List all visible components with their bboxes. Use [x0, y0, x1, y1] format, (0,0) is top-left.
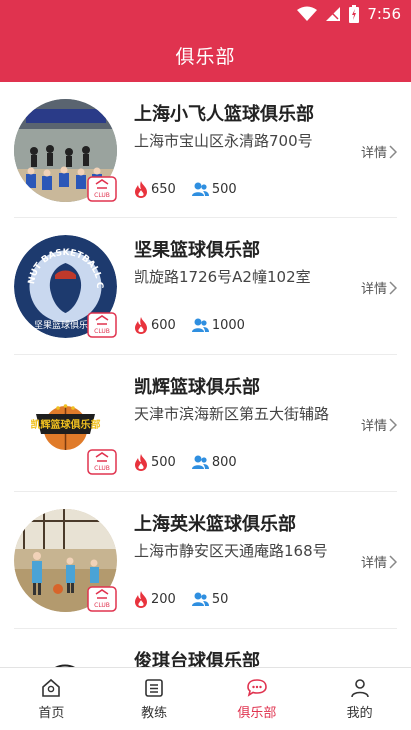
- popularity-stat: 500: [134, 454, 176, 471]
- chevron-right-icon: [389, 417, 397, 432]
- svg-text:CLUB: CLUB: [94, 465, 110, 472]
- members-stat: 1000: [191, 318, 245, 333]
- members-value: 1000: [211, 318, 245, 333]
- club-name: 凯辉篮球俱乐部: [134, 377, 260, 398]
- chevron-right-icon: [389, 144, 397, 159]
- wifi-icon: [297, 6, 318, 21]
- members-stat: 500: [191, 182, 237, 197]
- club-stats: 200 50: [134, 591, 244, 608]
- signal-icon: [326, 7, 341, 21]
- members-icon: [191, 182, 209, 196]
- club-address: 上海市静安区天通庵路168号: [134, 542, 328, 560]
- members-value: 50: [211, 592, 229, 607]
- members-value: 800: [211, 455, 237, 470]
- club-name: 上海小飞人篮球俱乐部: [134, 104, 314, 125]
- tab-label: 教练: [141, 705, 168, 721]
- battery-charging-icon: [349, 5, 360, 23]
- flame-icon: [135, 591, 147, 608]
- club-name: 上海英米篮球俱乐部: [134, 514, 296, 535]
- club-item[interactable]: 凯辉篮球俱乐部 CLUB 凯辉篮球俱乐部 天津市滨海新区第五大街辅路 详情 50…: [14, 355, 397, 492]
- club-stats: 650 500: [134, 181, 253, 198]
- club-badge-icon: CLUB: [87, 176, 117, 202]
- user-icon: [350, 678, 369, 697]
- popularity-stat: 650: [134, 181, 176, 198]
- members-stat: 800: [191, 455, 237, 470]
- popularity-value: 600: [151, 318, 176, 333]
- bottom-tab-bar: 首页 教练 俱乐部 我的: [0, 667, 411, 730]
- svg-text:CLUB: CLUB: [94, 192, 110, 199]
- svg-text:CLUB: CLUB: [94, 602, 110, 609]
- tab-coach[interactable]: 教练: [103, 668, 206, 730]
- club-address: 天津市滨海新区第五大街辅路: [134, 405, 330, 423]
- club-stats: 500 800: [134, 454, 253, 471]
- club-item[interactable]: NUT BASKETBALL CLUB 坚果篮球俱乐部 CLUB 坚果篮球俱乐部…: [14, 218, 397, 355]
- tab-me[interactable]: 我的: [308, 668, 411, 730]
- popularity-value: 200: [151, 592, 176, 607]
- popularity-value: 650: [151, 182, 176, 197]
- popularity-stat: 200: [134, 591, 176, 608]
- tab-home[interactable]: 首页: [0, 668, 103, 730]
- club-list[interactable]: CLUB 上海小飞人篮球俱乐部 上海市宝山区永清路700号 详情 650 500: [0, 82, 411, 667]
- status-icons: 7:56: [297, 5, 401, 23]
- detail-link[interactable]: 详情: [361, 415, 397, 434]
- club-badge-icon: CLUB: [87, 449, 117, 475]
- detail-link[interactable]: 详情: [361, 142, 397, 161]
- tab-label: 我的: [346, 705, 373, 721]
- club-logo: 凯辉篮球俱乐部 CLUB: [14, 372, 117, 475]
- chat-icon: [247, 678, 267, 697]
- club-name: 坚果篮球俱乐部: [134, 240, 260, 261]
- club-badge-icon: CLUB: [87, 586, 117, 612]
- flame-icon: [135, 181, 147, 198]
- club-badge-icon: CLUB: [87, 312, 117, 338]
- chevron-right-icon: [389, 554, 397, 569]
- club-logo: [14, 646, 117, 667]
- status-time: 7:56: [367, 5, 401, 23]
- club-address: 凯旋路1726号A2幢102室: [134, 268, 311, 286]
- svg-text:凯辉篮球俱乐部: 凯辉篮球俱乐部: [31, 418, 101, 431]
- list-icon: [145, 678, 163, 697]
- svg-text:CLUB: CLUB: [94, 328, 110, 335]
- club-name: 俊琪台球俱乐部: [134, 651, 260, 667]
- detail-link[interactable]: 详情: [361, 278, 397, 297]
- detail-label: 详情: [360, 556, 387, 571]
- club-item[interactable]: CLUB 上海英米篮球俱乐部 上海市静安区天通庵路168号 详情 200 50: [14, 492, 397, 629]
- club-address: 上海市宝山区永清路700号: [134, 132, 313, 150]
- club-logo: CLUB: [14, 99, 117, 202]
- club-item[interactable]: 俊琪台球俱乐部: [14, 629, 397, 667]
- members-icon: [191, 592, 209, 606]
- club-stats: 600 1000: [134, 317, 261, 334]
- club-logo: NUT BASKETBALL CLUB 坚果篮球俱乐部 CLUB: [14, 235, 117, 338]
- detail-label: 详情: [360, 282, 387, 297]
- tab-label: 首页: [38, 705, 65, 721]
- club-item[interactable]: CLUB 上海小飞人篮球俱乐部 上海市宝山区永清路700号 详情 650 500: [14, 82, 397, 218]
- club-sketch-logo-image: [24, 646, 107, 667]
- popularity-stat: 600: [134, 317, 176, 334]
- detail-label: 详情: [360, 146, 387, 161]
- members-icon: [191, 318, 209, 332]
- detail-link[interactable]: 详情: [361, 552, 397, 571]
- status-bar: 7:56: [0, 0, 411, 28]
- chevron-right-icon: [389, 280, 397, 295]
- popularity-value: 500: [151, 455, 176, 470]
- tab-label: 俱乐部: [237, 705, 277, 721]
- flame-icon: [135, 454, 147, 471]
- home-icon: [42, 678, 61, 697]
- members-value: 500: [211, 182, 237, 197]
- page-title: 俱乐部: [175, 45, 236, 68]
- members-stat: 50: [191, 592, 229, 607]
- tab-club[interactable]: 俱乐部: [206, 668, 309, 730]
- flame-icon: [135, 317, 147, 334]
- club-logo: CLUB: [14, 509, 117, 612]
- app-header: 俱乐部: [0, 28, 411, 82]
- members-icon: [191, 455, 209, 469]
- detail-label: 详情: [360, 419, 387, 434]
